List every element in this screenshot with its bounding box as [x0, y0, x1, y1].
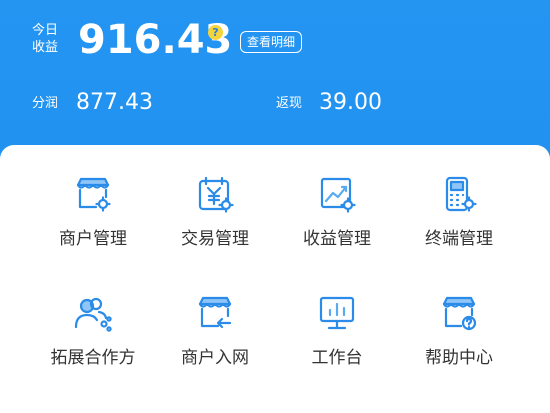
merchant-onboard-icon — [194, 292, 236, 334]
cashback-label: 返现 — [276, 96, 303, 111]
cashback-value: 39.00 — [319, 90, 382, 115]
menu-item-label: 工作台 — [311, 348, 363, 368]
pos-terminal-icon — [438, 173, 480, 215]
profit-share-value: 877.43 — [76, 90, 153, 115]
question-icon[interactable]: ? — [208, 25, 223, 40]
menu-item-partner-expansion[interactable]: 拓展合作方 — [32, 292, 154, 402]
function-menu-panel: 商户管理 交易管理 收益管理 终端管理 拓展合作方 商户入网 工作台 帮助中心 — [0, 145, 550, 413]
menu-item-terminal-management[interactable]: 终端管理 — [398, 173, 520, 283]
menu-item-merchant-management[interactable]: 商户管理 — [32, 173, 154, 283]
today-earnings-value: 916.43 — [78, 17, 233, 63]
menu-item-earnings-management[interactable]: 收益管理 — [276, 173, 398, 283]
today-earnings-label: 今日收益 — [32, 23, 59, 55]
menu-item-label: 商户管理 — [59, 229, 127, 249]
help-center-icon — [438, 292, 480, 334]
profit-share-label: 分润 — [32, 96, 59, 111]
view-details-button[interactable]: 查看明细 — [240, 31, 303, 53]
menu-item-label: 帮助中心 — [425, 348, 493, 368]
workbench-monitor-icon — [316, 292, 358, 334]
menu-item-transaction-management[interactable]: 交易管理 — [154, 173, 276, 283]
menu-item-merchant-onboarding[interactable]: 商户入网 — [154, 292, 276, 402]
transaction-calendar-icon — [194, 173, 236, 215]
menu-item-label: 收益管理 — [303, 229, 371, 249]
menu-item-label: 商户入网 — [181, 348, 249, 368]
merchant-store-icon — [72, 173, 114, 215]
partners-icon — [72, 292, 114, 334]
menu-item-label: 拓展合作方 — [50, 348, 136, 368]
earnings-chart-icon — [316, 173, 358, 215]
menu-item-label: 交易管理 — [181, 229, 249, 249]
menu-item-workbench[interactable]: 工作台 — [276, 292, 398, 402]
menu-item-help-center[interactable]: 帮助中心 — [398, 292, 520, 402]
menu-item-label: 终端管理 — [425, 229, 493, 249]
